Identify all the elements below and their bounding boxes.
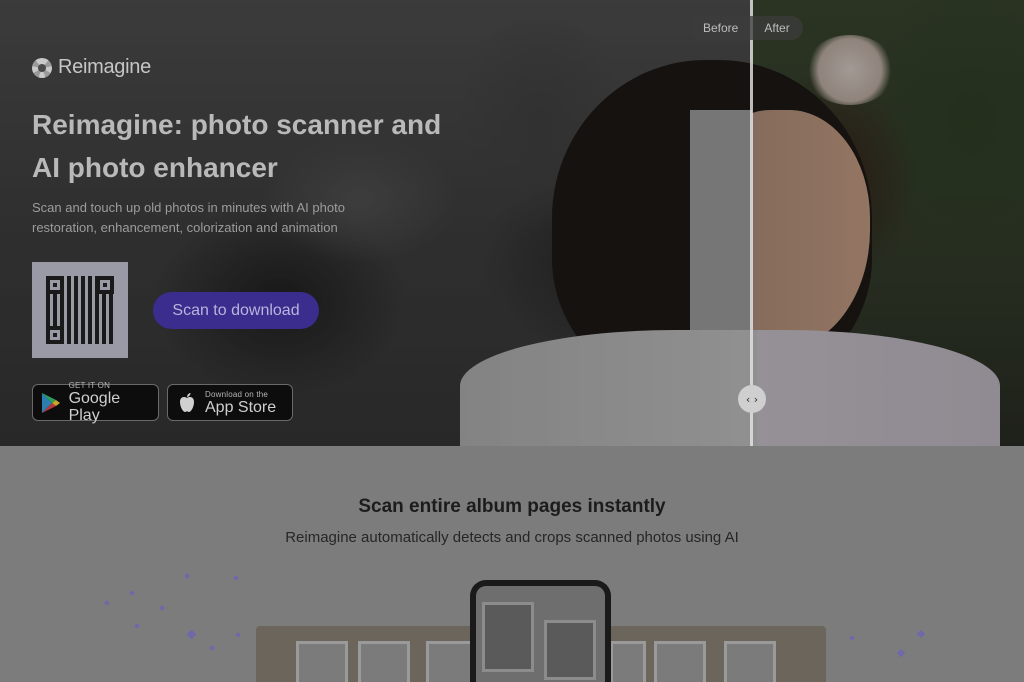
section-title: Scan entire album pages instantly [358, 496, 666, 517]
page-title: Reimagine: photo scanner and AI photo en… [32, 109, 442, 183]
phone-screen [476, 586, 605, 682]
brand-logo[interactable]: Reimagine [32, 56, 151, 79]
qr-code [32, 262, 128, 358]
apple-icon [176, 392, 198, 414]
google-play-icon [41, 392, 62, 414]
album-page-right [590, 626, 826, 682]
app-store-button[interactable]: Download on the App Store [167, 384, 293, 421]
brand-name: Reimagine [58, 56, 151, 78]
phone-mockup [470, 580, 611, 682]
hero-section: ‹ › Before After Reimagine Reimagine: ph… [0, 0, 1024, 446]
app-store-small-label: Download on the [205, 389, 269, 399]
before-after-toggle[interactable]: Before After [690, 16, 803, 40]
qr-code-pattern [46, 276, 114, 344]
app-store-label: App Store [205, 398, 277, 416]
google-play-small-label: GET IT ON [68, 381, 111, 390]
aperture-icon [32, 57, 52, 78]
before-label[interactable]: Before [690, 16, 751, 40]
google-play-button[interactable]: GET IT ON Google Play [32, 381, 159, 424]
album-page-left [256, 626, 496, 682]
section-subtitle: Reimagine automatically detects and crop… [285, 529, 739, 546]
hero-subtitle: Scan and touch up old photos in minutes … [32, 200, 345, 235]
after-label[interactable]: After [751, 16, 802, 40]
google-play-label: Google Play [68, 390, 121, 424]
comparison-divider[interactable] [750, 0, 753, 446]
comparison-slider-handle[interactable]: ‹ › [738, 385, 766, 413]
scan-to-download-button[interactable]: Scan to download [153, 292, 319, 329]
album-scan-section: Scan entire album pages instantly Reimag… [0, 446, 1024, 682]
